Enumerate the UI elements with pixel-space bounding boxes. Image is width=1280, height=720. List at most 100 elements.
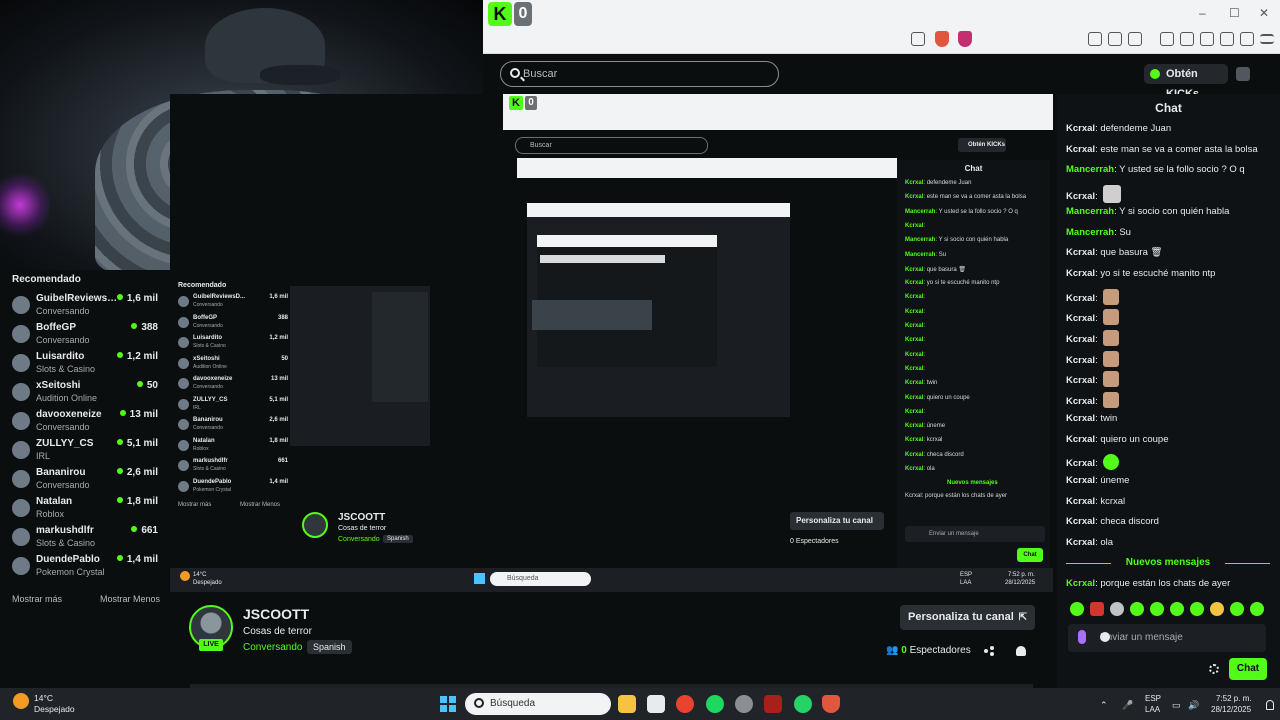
chat-text: twin [1100,412,1118,424]
sidebar-channel-item[interactable]: ZULLYY_CS IRL 5,1 mil [12,437,162,463]
share-page-icon[interactable] [911,32,925,46]
emote-icon[interactable] [1110,602,1124,616]
nested-condition: Despejado [193,580,222,586]
close-button[interactable]: ✕ [1259,6,1269,20]
kick-logo-icon[interactable]: K [488,2,512,26]
customize-channel-button[interactable]: Personaliza tu canal [900,605,1035,630]
calendar-app-icon[interactable] [647,695,665,713]
user-avatar[interactable] [1236,67,1250,81]
sidebar-channel-item[interactable]: davooxeneize Conversando 13 mil [12,408,162,434]
chat-username[interactable]: Kcrxal [1066,516,1095,527]
emote-icon[interactable] [1130,602,1144,616]
nested-channel-item: DuendePablo Pokemon Crystal 1,4 mil [178,479,290,497]
wallet-icon[interactable] [1200,32,1214,46]
sidebar-channel-item[interactable]: DuendePablo Pokemon Crystal 1,4 mil [12,553,162,579]
chat-username[interactable]: Kcrxal [1066,396,1095,407]
file-explorer-icon[interactable] [618,695,636,713]
show-more-link[interactable]: Mostrar más [12,594,62,604]
chat-username[interactable]: Kcrxal [1066,334,1095,345]
clock-date[interactable]: 28/12/2025 [1211,705,1251,714]
sidebar-icon[interactable] [1180,32,1194,46]
emote-icon[interactable] [1070,602,1084,616]
spotify-icon[interactable] [706,695,724,713]
image-emote-icon [1103,185,1122,204]
chat-username[interactable]: Kcrxal [1066,313,1095,324]
menu-icon[interactable] [1260,34,1274,44]
send-chat-button[interactable]: Chat [1229,658,1267,680]
chat-message-input[interactable]: Enviar un mensaje [1068,624,1266,652]
chat-username[interactable]: Kcrxal [1066,496,1095,507]
new-messages-divider[interactable]: Nuevos mensajes [1066,557,1270,568]
chevron-up-icon[interactable]: ⌃ [1100,700,1108,711]
chat-username[interactable]: Kcrxal [1066,191,1095,202]
chat-username[interactable]: Kcrxal [1066,268,1095,279]
chat-username[interactable]: Mancerrah [1066,227,1114,238]
emote-icon[interactable] [1210,602,1224,616]
chat-settings-gear-icon[interactable] [1209,664,1219,674]
emote-icon[interactable] [1170,602,1184,616]
steam-icon[interactable] [735,695,753,713]
streamer-name[interactable]: JSCOOTT [243,606,309,622]
chat-username[interactable]: Kcrxal [1066,434,1095,445]
notification-bell-icon[interactable] [1266,700,1274,710]
stream-category-link[interactable]: Conversando [243,642,302,653]
sidebar-channel-item[interactable]: markushdlfr Slots & Casino 661 [12,524,162,550]
sidebar-channel-item[interactable]: GuibelReviewsD... Conversando 1,6 mil [12,292,162,318]
volume-icon[interactable]: 🔊 [1188,700,1199,711]
sidebar-channel-item[interactable]: Natalan Roblox 1,8 mil [12,495,162,521]
sidebar-channel-item[interactable]: Luisardito Slots & Casino 1,2 mil [12,350,162,376]
emote-icon[interactable] [1250,602,1264,616]
sidebar-channel-item[interactable]: Bananirou Conversando 2,6 mil [12,466,162,492]
microphone-icon[interactable] [1078,630,1086,644]
chat-username[interactable]: Kcrxal [1066,355,1095,366]
roblox-icon[interactable] [764,695,782,713]
windows-start-icon[interactable] [440,696,456,712]
leo-icon[interactable] [1220,32,1234,46]
vpn-icon[interactable] [1240,32,1254,46]
emote-icon[interactable] [1150,602,1164,616]
clock-time[interactable]: 7:52 p. m. [1216,694,1252,703]
chat-username[interactable]: Kcrxal [1066,375,1095,386]
share-icon[interactable] [984,646,994,656]
media-icon[interactable] [1160,32,1174,46]
brave-browser-icon[interactable] [822,695,840,713]
follow-user-icon[interactable] [1016,646,1026,656]
chat-username[interactable]: Kcrxal [1066,144,1095,155]
emoji-picker-icon[interactable] [1100,632,1110,642]
chat-username[interactable]: Mancerrah [1066,164,1114,175]
brave-rewards-icon[interactable] [958,31,972,47]
nested-chat-message: Kcrxal: [905,308,926,315]
chat-username[interactable]: Kcrxal [1066,537,1095,548]
chat-username[interactable]: Kcrxal [1066,578,1095,589]
search-input[interactable]: Buscar [500,61,779,87]
screenshot-icon[interactable] [1128,32,1142,46]
keyboard-layout[interactable]: LAA [1145,705,1160,714]
chat-username[interactable]: Kcrxal [1066,123,1095,134]
emote-icon[interactable] [1190,602,1204,616]
emote-icon[interactable] [1230,602,1244,616]
puzzle-icon[interactable] [1108,32,1122,46]
sidebar-channel-item[interactable]: BoffeGP Conversando 388 [12,321,162,347]
emote-icon[interactable] [1090,602,1104,616]
get-kicks-button[interactable]: Obtén KICKs [1144,64,1228,100]
network-icon[interactable]: ▭ [1172,700,1181,711]
chat-username[interactable]: Kcrxal [1066,247,1095,258]
chat-username[interactable]: Kcrxal [1066,413,1095,424]
show-less-link[interactable]: Mostrar Menos [100,594,160,604]
minimize-button[interactable]: – [1199,6,1206,20]
chat-username[interactable]: Kcrxal [1066,475,1095,486]
keyboard-language[interactable]: ESP [1145,694,1161,703]
taskbar-search[interactable]: Búsqueda [465,693,611,715]
sidebar-channel-item[interactable]: xSeitoshi Audition Online 50 [12,379,162,405]
weather-icon[interactable] [13,693,29,709]
whatsapp-icon[interactable] [794,695,812,713]
microphone-icon[interactable]: 🎤 [1122,700,1133,711]
brave-shields-icon[interactable] [935,31,949,47]
chat-username[interactable]: Mancerrah [1066,206,1114,217]
language-tag[interactable]: Spanish [307,640,352,654]
chrome-icon[interactable] [676,695,694,713]
chat-username[interactable]: Kcrxal [1066,293,1095,304]
chat-username[interactable]: Kcrxal [1066,458,1095,469]
maximize-button[interactable]: ☐ [1229,6,1240,20]
extension-icon[interactable] [1088,32,1102,46]
